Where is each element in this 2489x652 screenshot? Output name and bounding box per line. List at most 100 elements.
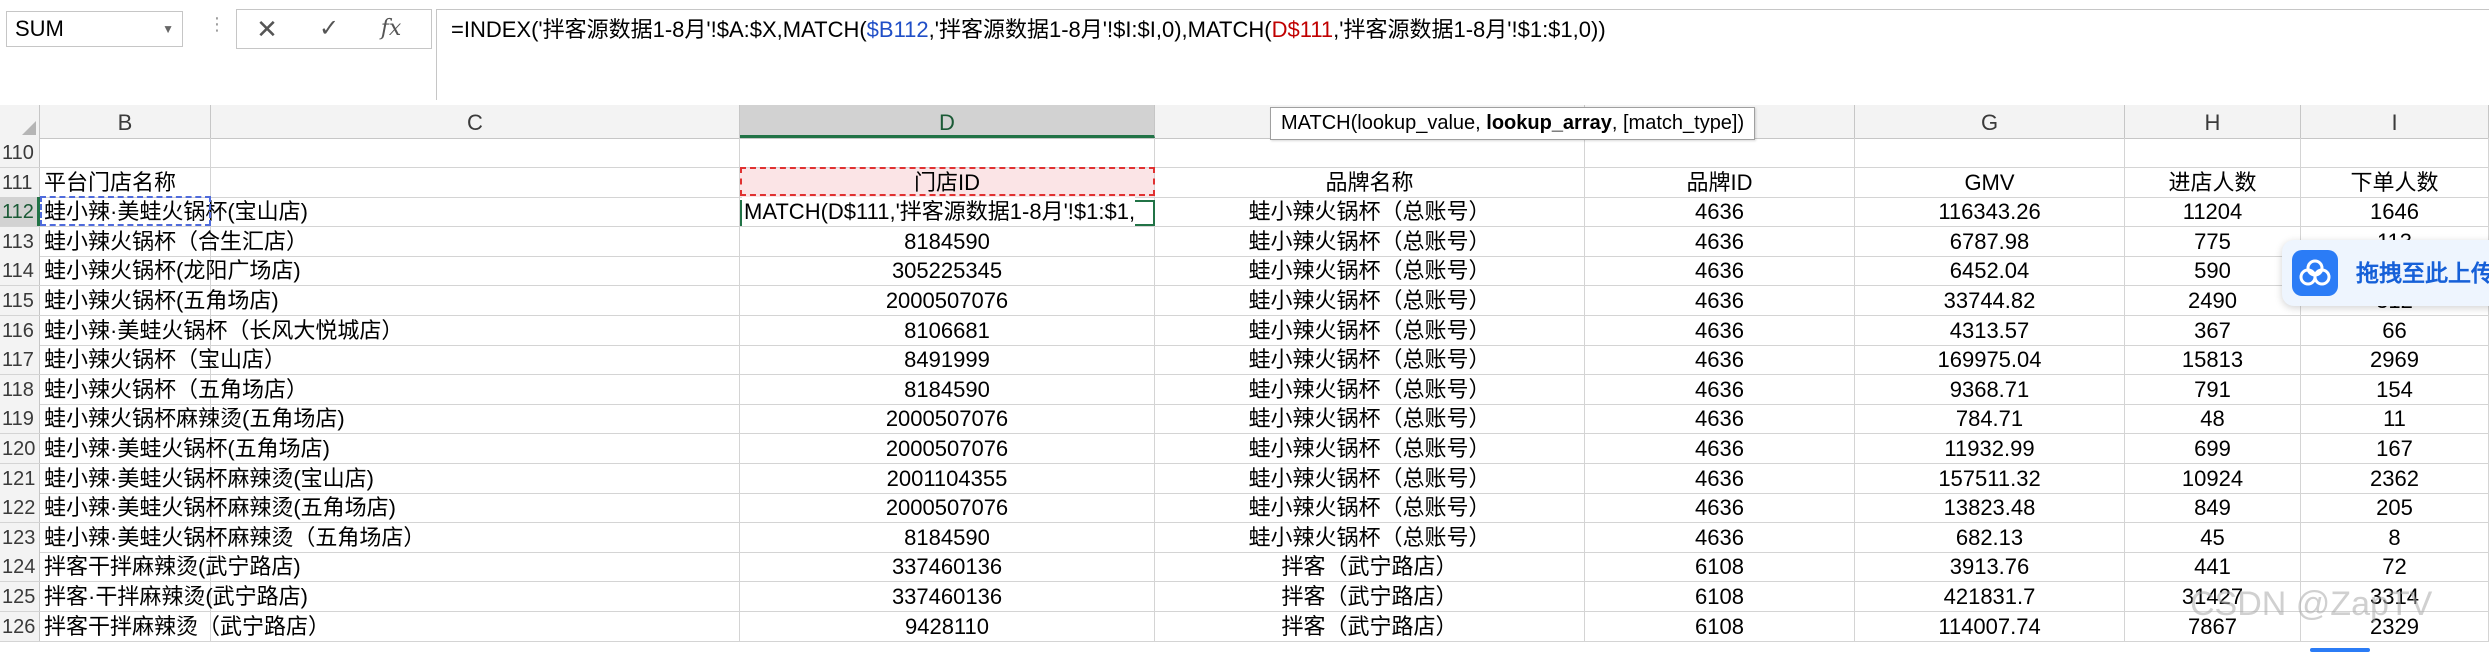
cell-b123[interactable]: 蛙小辣·美蛙火锅杯麻辣烫（五角场店） [40,522,425,552]
cell-h123[interactable]: 45 [2125,522,2301,552]
cell-i110[interactable] [2301,138,2489,167]
column-header-h[interactable]: H [2125,105,2301,138]
cell-i122[interactable]: 205 [2301,493,2489,523]
cell-i117[interactable]: 2969 [2301,345,2489,375]
cell-f111[interactable]: 品牌ID [1585,167,1855,197]
cell-f115[interactable]: 4636 [1585,286,1855,315]
cell-b122[interactable]: 蛙小辣·美蛙火锅杯麻辣烫(五角场店) [40,493,396,523]
cell-b120[interactable]: 蛙小辣·美蛙火锅杯(五角场店) [40,434,330,463]
cell-f114[interactable]: 4636 [1585,256,1855,286]
cell-b119[interactable]: 蛙小辣火锅杯麻辣烫(五角场店) [40,404,345,434]
cell-g125[interactable]: 421831.7 [1855,582,2125,611]
cell-b116[interactable]: 蛙小辣·美蛙火锅杯（长风大悦城店） [40,315,403,345]
row-header[interactable]: 111 [0,167,40,197]
cell-i124[interactable]: 72 [2301,552,2489,582]
cell-f121[interactable]: 4636 [1585,463,1855,493]
cell-e111[interactable]: 品牌名称 [1155,167,1585,197]
cell-b112[interactable]: 蛙小辣·美蛙火锅杯(宝山店) [40,197,308,227]
row-header[interactable]: 117 [0,345,40,375]
cell-f112[interactable]: 4636 [1585,197,1855,227]
cell-g124[interactable]: 3913.76 [1855,552,2125,582]
cell-h119[interactable]: 48 [2125,404,2301,434]
row-header[interactable]: 125 [0,582,40,611]
row-header[interactable]: 120 [0,434,40,463]
cell-c112[interactable] [211,197,740,227]
cell-e123[interactable]: 蛙小辣火锅杯（总账号） [1155,522,1585,552]
cell-e119[interactable]: 蛙小辣火锅杯（总账号） [1155,404,1585,434]
cell-i112[interactable]: 1646 [2301,197,2489,227]
cell-g116[interactable]: 4313.57 [1855,315,2125,345]
cell-d120[interactable]: 2000507076 [740,434,1155,463]
cell-d115[interactable]: 2000507076 [740,286,1155,315]
cell-h111[interactable]: 进店人数 [2125,167,2301,197]
row-header[interactable]: 118 [0,374,40,404]
insert-function-icon[interactable]: fx [361,10,421,48]
cell-i120[interactable]: 167 [2301,434,2489,463]
cell-c119[interactable] [211,404,740,434]
cell-b114[interactable]: 蛙小辣火锅杯(龙阳广场店) [40,256,301,286]
cell-i118[interactable]: 154 [2301,374,2489,404]
cell-e124[interactable]: 拌客（武宁路店） [1155,552,1585,582]
cell-f116[interactable]: 4636 [1585,315,1855,345]
cell-b126[interactable]: 拌客干拌麻辣烫（武宁路店） [40,611,330,641]
cell-b118[interactable]: 蛙小辣火锅杯（五角场店） [40,374,308,404]
cell-f123[interactable]: 4636 [1585,522,1855,552]
baidu-upload-widget[interactable]: 拖拽至此上传 [2282,240,2489,306]
name-box[interactable]: SUM ▼ [6,11,183,47]
formula-input[interactable]: =INDEX('拌客源数据1-8月'!$A:$X,MATCH($B112,'拌客… [436,9,2489,100]
cell-d118[interactable]: 8184590 [740,374,1155,404]
cell-d116[interactable]: 8106681 [740,315,1155,345]
cell-h116[interactable]: 367 [2125,315,2301,345]
cell-c120[interactable] [211,434,740,463]
cell-c114[interactable] [211,256,740,286]
cell-e126[interactable]: 拌客（武宁路店） [1155,611,1585,641]
drag-handle-icon[interactable]: ⋮ [208,14,227,35]
cell-c117[interactable] [211,345,740,375]
cell-g120[interactable]: 11932.99 [1855,434,2125,463]
cell-d111[interactable]: 门店ID [740,167,1155,197]
cell-g121[interactable]: 157511.32 [1855,463,2125,493]
row-header[interactable]: 112 [0,197,40,227]
cancel-icon[interactable]: ✕ [237,10,297,48]
cell-e113[interactable]: 蛙小辣火锅杯（总账号） [1155,226,1585,256]
cell-g126[interactable]: 114007.74 [1855,611,2125,641]
cell-f117[interactable]: 4636 [1585,345,1855,375]
cell-c116[interactable] [211,315,740,345]
cell-g114[interactable]: 6452.04 [1855,256,2125,286]
cell-h122[interactable]: 849 [2125,493,2301,523]
cell-d125[interactable]: 337460136 [740,582,1155,611]
row-header[interactable]: 110 [0,138,40,167]
cell-g115[interactable]: 33744.82 [1855,286,2125,315]
column-header-g[interactable]: G [1855,105,2125,138]
cell-b117[interactable]: 蛙小辣火锅杯（宝山店） [40,345,286,375]
cell-g123[interactable]: 682.13 [1855,522,2125,552]
cell-h120[interactable]: 699 [2125,434,2301,463]
cell-c126[interactable] [211,611,740,641]
cell-h113[interactable]: 775 [2125,226,2301,256]
cell-f119[interactable]: 4636 [1585,404,1855,434]
tooltip-rest[interactable]: , [match_type]) [1612,112,1744,134]
select-all-button[interactable] [0,105,40,138]
cell-g117[interactable]: 169975.04 [1855,345,2125,375]
cell-i123[interactable]: 8 [2301,522,2489,552]
cell-f124[interactable]: 6108 [1585,552,1855,582]
cell-d126[interactable]: 9428110 [740,611,1155,641]
column-header-d[interactable]: D [740,105,1155,138]
cell-g119[interactable]: 784.71 [1855,404,2125,434]
cell-f126[interactable]: 6108 [1585,611,1855,641]
cell-h110[interactable] [2125,138,2301,167]
cell-d121[interactable]: 2001104355 [740,463,1155,493]
cell-g113[interactable]: 6787.98 [1855,226,2125,256]
cell-b124[interactable]: 拌客干拌麻辣烫(武宁路店) [40,552,301,582]
cell-f118[interactable]: 4636 [1585,374,1855,404]
cell-e117[interactable]: 蛙小辣火锅杯（总账号） [1155,345,1585,375]
cell-g122[interactable]: 13823.48 [1855,493,2125,523]
row-header[interactable]: 115 [0,286,40,315]
cell-i119[interactable]: 11 [2301,404,2489,434]
cell-d122[interactable]: 2000507076 [740,493,1155,523]
cell-c124[interactable] [211,552,740,582]
row-header[interactable]: 124 [0,552,40,582]
row-header[interactable]: 126 [0,611,40,641]
cell-f125[interactable]: 6108 [1585,582,1855,611]
cell-b113[interactable]: 蛙小辣火锅杯（合生汇店） [40,226,308,256]
